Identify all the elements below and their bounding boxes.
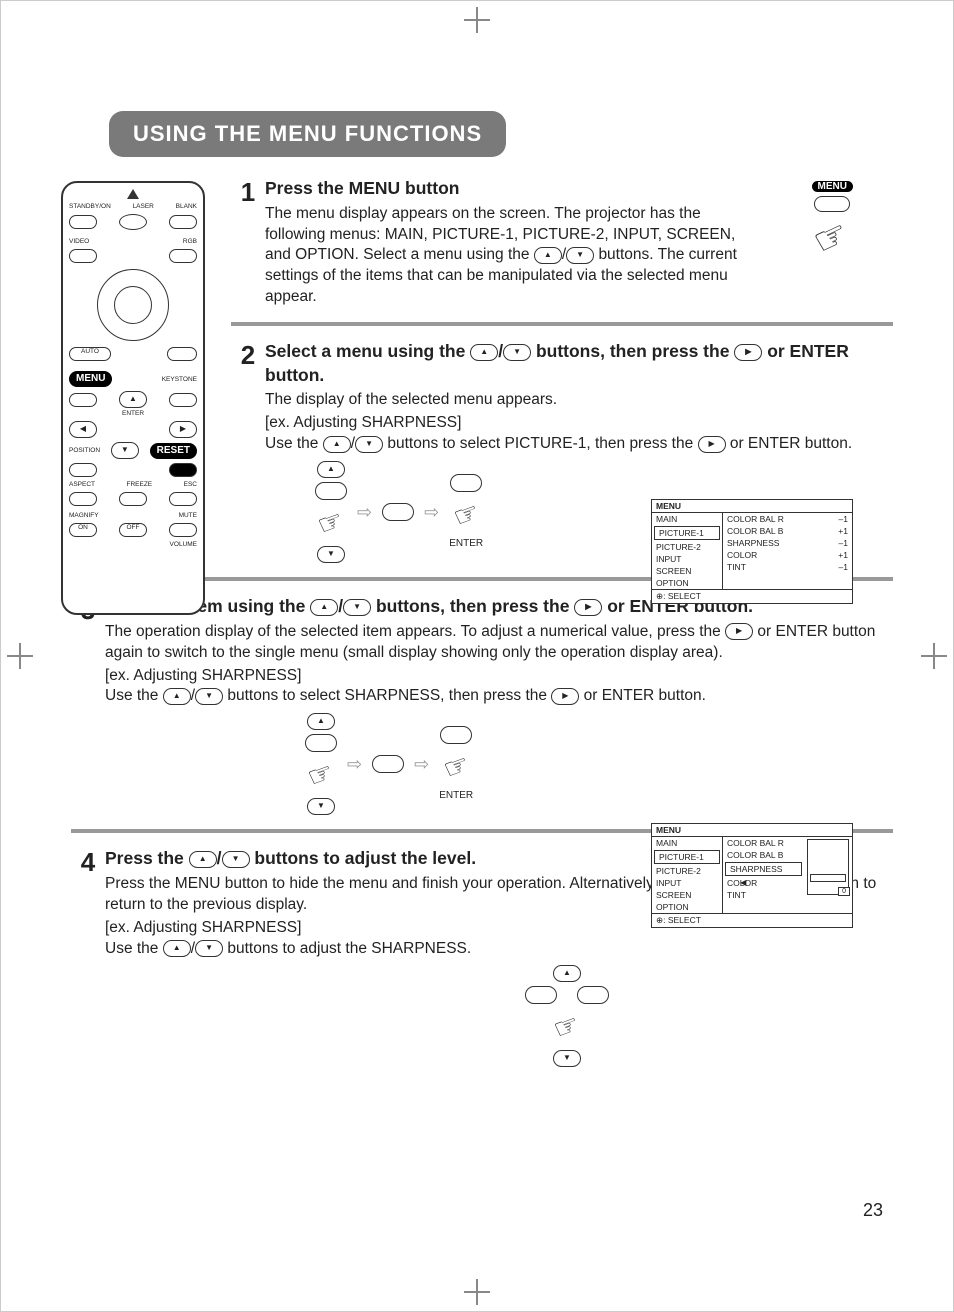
up-button-icon [189, 851, 217, 868]
section-title: USING THE MENU FUNCTIONS [109, 111, 506, 157]
step-3-diagram: ☞ ⇨ ⇨ ☞ENTER [305, 713, 893, 815]
crop-mark-bottom [464, 1279, 490, 1305]
step-4-body-2: Use the / buttons to adjust the SHARPNES… [105, 939, 893, 960]
step-2-example: [ex. Adjusting SHARPNESS] [265, 413, 893, 434]
down-button-icon [355, 436, 383, 453]
right-button-icon [734, 344, 762, 361]
step-3-body-2: Use the / buttons to select SHARPNESS, t… [105, 686, 893, 707]
up-button-icon [470, 344, 498, 361]
step-4-number: 4 [71, 847, 105, 1067]
step-2-body-2: Use the / buttons to select PICTURE-1, t… [265, 434, 893, 455]
crop-mark-top [464, 7, 490, 33]
page-number: 23 [863, 1200, 883, 1221]
step-2-number: 2 [231, 340, 265, 563]
step-3: 3 Select an item using the / buttons, th… [71, 595, 893, 815]
crop-mark-right [921, 643, 947, 669]
remote-menu-label: MENU [69, 371, 112, 387]
step-1-heading: Press the MENU button [265, 177, 893, 201]
up-button-icon [163, 940, 191, 957]
remote-control-illustration: STANDBY/ONLASERBLANK VIDEORGB AUTO MENUK… [61, 181, 205, 615]
down-button-icon [566, 247, 594, 264]
up-button-icon [323, 436, 351, 453]
down-button-icon [222, 851, 250, 868]
down-button-icon [503, 344, 531, 361]
step-4-diagram: ☞ [525, 965, 893, 1067]
step-3-number: 3 [71, 595, 105, 815]
step-3-example: [ex. Adjusting SHARPNESS] [105, 666, 893, 687]
up-button-icon [310, 599, 338, 616]
step-1-number: 1 [231, 177, 265, 308]
right-button-icon [574, 599, 602, 616]
right-button-icon [698, 436, 726, 453]
osd-menu-step2: MENU MAINPICTURE-1PICTURE-2INPUTSCREENOP… [651, 499, 853, 604]
osd-menu-step3: MENU MAINPICTURE-1PICTURE-2INPUTSCREENOP… [651, 823, 853, 928]
up-button-icon [534, 247, 562, 264]
menu-button-illustration: MENU ☞ [812, 176, 853, 262]
down-button-icon [195, 940, 223, 957]
step-3-body-1: The operation display of the selected it… [105, 622, 893, 664]
step-1: 1 Press the MENU button The menu display… [231, 177, 893, 308]
right-button-icon [551, 688, 579, 705]
crop-mark-left [7, 643, 33, 669]
down-button-icon [343, 599, 371, 616]
step-2-heading: Select a menu using the / buttons, then … [265, 340, 893, 387]
down-button-icon [195, 688, 223, 705]
step-1-body: The menu display appears on the screen. … [265, 204, 893, 309]
menu-button-label: MENU [812, 181, 853, 192]
up-button-icon [163, 688, 191, 705]
step-2-body-1: The display of the selected menu appears… [265, 390, 893, 411]
pointer-hand-icon: ☞ [806, 210, 856, 265]
right-button-icon [725, 623, 753, 640]
